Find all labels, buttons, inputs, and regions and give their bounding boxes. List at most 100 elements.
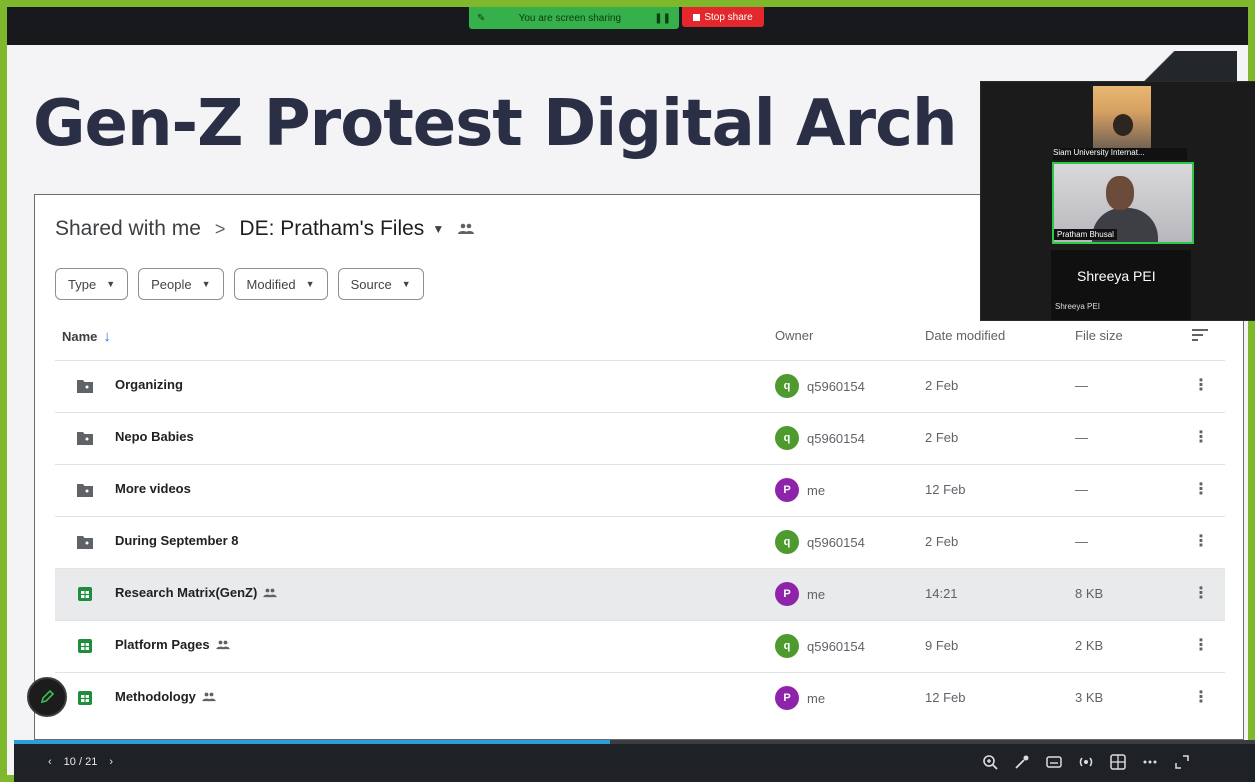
filter-type[interactable]: Type ▼ [55, 268, 129, 300]
chevron-down-icon: ▼ [201, 279, 211, 289]
file-name-text: Methodology [115, 689, 196, 704]
file-date: 12 Feb [925, 482, 966, 497]
file-owner: q q5960154 [775, 634, 865, 658]
participant-video-1[interactable] [1093, 86, 1151, 150]
filter-label: People [151, 276, 192, 292]
captions-icon[interactable] [1046, 754, 1062, 770]
broadcast-icon[interactable] [1078, 754, 1094, 770]
table-row[interactable]: Platform Pages q q5960154 9 Feb 2 KB ⋮ [55, 620, 1225, 672]
sheets-icon [78, 587, 92, 601]
share-toolbar: ✎ You are screen sharing ❚❚ Stop share [7, 7, 1248, 45]
more-options-icon[interactable] [1142, 754, 1158, 770]
file-name-text: Platform Pages [115, 637, 210, 652]
breadcrumb-shared-with-me[interactable]: Shared with me [55, 217, 201, 241]
shared-folder-icon [77, 380, 93, 393]
table-row[interactable]: Nepo Babies q q5960154 2 Feb — ⋮ [55, 412, 1225, 464]
file-size: — [1075, 430, 1088, 445]
sheets-icon [78, 691, 92, 705]
file-name: Organizing [115, 377, 183, 392]
file-name: Platform Pages [115, 637, 230, 652]
column-header-owner: Owner [775, 328, 814, 343]
previous-slide-icon[interactable]: ‹ [48, 756, 52, 768]
avatar: q [775, 374, 799, 398]
zoom-in-icon[interactable] [982, 754, 998, 770]
pencil-icon: ✎ [477, 12, 486, 24]
more-vert-icon[interactable]: ⋮ [1193, 375, 1209, 395]
chevron-down-icon: ▼ [305, 279, 315, 289]
file-size: 8 KB [1075, 586, 1104, 601]
file-size: 3 KB [1075, 690, 1104, 705]
filter-modified[interactable]: Modified ▼ [233, 268, 328, 300]
avatar: q [775, 634, 799, 658]
breadcrumb-separator: > [214, 218, 226, 239]
filter-people[interactable]: People ▼ [138, 268, 224, 300]
participant-video-2[interactable]: Pratham Bhusal [1052, 162, 1194, 244]
avatar: P [775, 686, 799, 710]
table-row[interactable]: Methodology Pme 12 Feb 3 KB ⋮ [55, 672, 1225, 724]
column-header-date[interactable]: Date modified [925, 328, 1005, 343]
table-row[interactable]: Research Matrix(GenZ) Pme 14:21 8 KB ⋮ [55, 568, 1225, 620]
stop-share-label: Stop share [704, 11, 753, 23]
chevron-down-icon: ▼ [401, 279, 411, 289]
file-date: 2 Feb [925, 430, 959, 445]
owner-name: q5960154 [807, 534, 865, 550]
breadcrumb: Shared with me > DE: Pratham's Files ▼ [55, 217, 475, 241]
screen-sharing-indicator[interactable]: ✎ You are screen sharing ❚❚ [469, 7, 679, 29]
annotate-pen-button[interactable] [27, 677, 67, 717]
grid-view-icon[interactable] [1110, 754, 1126, 770]
more-vert-icon[interactable]: ⋮ [1193, 427, 1209, 447]
file-name: More videos [115, 481, 191, 496]
owner-name: me [807, 586, 826, 602]
file-size: 2 KB [1075, 638, 1104, 653]
sort-options-icon[interactable] [1192, 328, 1208, 342]
more-vert-icon[interactable]: ⋮ [1193, 635, 1209, 655]
avatar: q [775, 426, 799, 450]
file-size: — [1075, 378, 1088, 393]
file-name: Research Matrix(GenZ) [115, 585, 277, 600]
fullscreen-icon[interactable] [1174, 754, 1190, 770]
avatar: q [775, 530, 799, 554]
screen-share-frame: ✎ You are screen sharing ❚❚ Stop share G… [0, 0, 1255, 782]
video-participants-panel: Siam University Internat... Pratham Bhus… [980, 81, 1255, 321]
file-name-text: More videos [115, 481, 191, 496]
stop-share-button[interactable]: Stop share [682, 7, 764, 27]
sheets-icon [78, 639, 92, 653]
shared-folder-icon [77, 432, 93, 445]
file-list: Organizing q q5960154 2 Feb — ⋮ Nepo Babies q q5… [55, 360, 1225, 724]
file-name: During September 8 [115, 533, 239, 548]
speaker-small-label: Shreeya PEI [1055, 302, 1100, 311]
more-vert-icon[interactable]: ⋮ [1193, 583, 1209, 603]
breadcrumb-current-folder[interactable]: DE: Pratham's Files [239, 217, 424, 241]
chevron-down-icon[interactable]: ▼ [432, 222, 444, 236]
owner-name: me [807, 690, 826, 706]
more-vert-icon[interactable]: ⋮ [1193, 479, 1209, 499]
table-row[interactable]: Organizing q q5960154 2 Feb — ⋮ [55, 360, 1225, 412]
participant-2-label: Pratham Bhusal [1054, 229, 1117, 240]
filter-label: Type [68, 276, 97, 292]
file-owner: Pme [775, 686, 825, 710]
owner-name: me [807, 482, 826, 498]
next-slide-icon[interactable]: › [109, 756, 113, 768]
stop-icon [693, 13, 701, 21]
shared-people-icon [263, 588, 277, 597]
sort-down-arrow-icon[interactable]: ↓ [103, 328, 111, 345]
file-size: — [1075, 482, 1088, 497]
more-vert-icon[interactable]: ⋮ [1193, 687, 1209, 707]
column-label: Name [62, 329, 98, 344]
column-header-name[interactable]: Name ↓ [62, 328, 111, 345]
laser-pointer-icon[interactable] [1014, 754, 1030, 770]
page-indicator: 10 / 21 [63, 756, 98, 768]
shared-people-icon [458, 223, 475, 234]
participant-1-label: Siam University Internat... [1053, 148, 1187, 160]
file-name-text: Nepo Babies [115, 429, 194, 444]
more-vert-icon[interactable]: ⋮ [1193, 531, 1209, 551]
pause-icon: ❚❚ [654, 12, 671, 24]
slide-navigation: ‹ 10 / 21 › [48, 756, 113, 768]
sharing-label: You are screen sharing [518, 12, 622, 24]
slide-title: Gen-Z Protest Digital Arch [33, 87, 958, 161]
filter-source[interactable]: Source ▼ [337, 268, 424, 300]
file-date: 2 Feb [925, 378, 959, 393]
file-owner: q q5960154 [775, 426, 865, 450]
table-row[interactable]: During September 8 q q5960154 2 Feb — ⋮ [55, 516, 1225, 568]
table-row[interactable]: More videos Pme 12 Feb — ⋮ [55, 464, 1225, 516]
